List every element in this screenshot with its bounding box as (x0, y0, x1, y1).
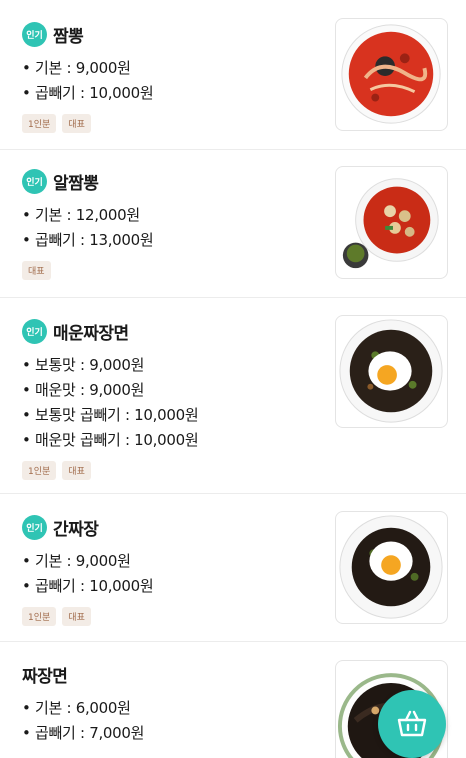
tag-signature: 대표 (62, 461, 91, 480)
price-line: • 매운맛 곱빼기 : 10,000원 (22, 431, 199, 449)
spicy-jjajangmyeon-icon[interactable] (335, 315, 448, 428)
tag-signature: 대표 (62, 607, 91, 626)
price-line: • 곱빼기 : 10,000원 (22, 84, 154, 102)
price-line: • 곱빼기 : 13,000원 (22, 231, 154, 249)
al-jjamppong-icon[interactable] (335, 166, 448, 279)
tag-serving: 1인분 (22, 607, 57, 626)
menu-name: 간짜장 (53, 519, 99, 540)
price-line: • 기본 : 9,000원 (22, 59, 131, 77)
menu-item-ganjjajang[interactable]: 인기 간짜장 • 기본 : 9,000원 • 곱빼기 : 10,000원 1인분… (0, 494, 466, 642)
popular-badge: 인기 (22, 318, 47, 344)
menu-name: 짜장면 (22, 666, 68, 687)
popular-badge: 인기 (22, 21, 47, 47)
jjamppong-icon[interactable] (335, 18, 448, 131)
ganjjajang-icon[interactable] (335, 511, 448, 624)
tag-serving: 1인분 (22, 461, 57, 480)
price-line: • 곱빼기 : 10,000원 (22, 577, 154, 595)
popular-badge: 인기 (22, 514, 47, 540)
menu-name: 매운짜장면 (53, 323, 129, 344)
tag-serving: 1인분 (22, 114, 57, 133)
price-line: • 기본 : 12,000원 (22, 206, 140, 224)
price-line: • 기본 : 9,000원 (22, 552, 131, 570)
menu-list: 인기 짬뽕 • 기본 : 9,000원 • 곱빼기 : 10,000원 1인분 … (0, 0, 466, 758)
menu-item-al-jjamppong[interactable]: 인기 알짬뽕 • 기본 : 12,000원 • 곱빼기 : 13,000원 대표 (0, 150, 466, 298)
menu-item-jjamppong[interactable]: 인기 짬뽕 • 기본 : 9,000원 • 곱빼기 : 10,000원 1인분 … (0, 0, 466, 150)
price-line: • 곱빼기 : 7,000원 (22, 724, 145, 742)
menu-name: 알짬뽕 (53, 173, 99, 194)
price-line: • 기본 : 6,000원 (22, 699, 131, 717)
menu-name: 짬뽕 (53, 26, 84, 47)
tag-signature: 대표 (22, 261, 51, 280)
price-line: • 보통맛 곱빼기 : 10,000원 (22, 406, 199, 424)
price-line: • 보통맛 : 9,000원 (22, 356, 145, 374)
popular-badge: 인기 (22, 168, 47, 194)
tag-signature: 대표 (62, 114, 91, 133)
basket-icon (397, 710, 427, 737)
cart-button[interactable] (378, 690, 446, 758)
menu-item-spicy-jjajangmyeon[interactable]: 인기 매운짜장면 • 보통맛 : 9,000원 • 매운맛 : 9,000원 •… (0, 298, 466, 494)
price-line: • 매운맛 : 9,000원 (22, 381, 145, 399)
